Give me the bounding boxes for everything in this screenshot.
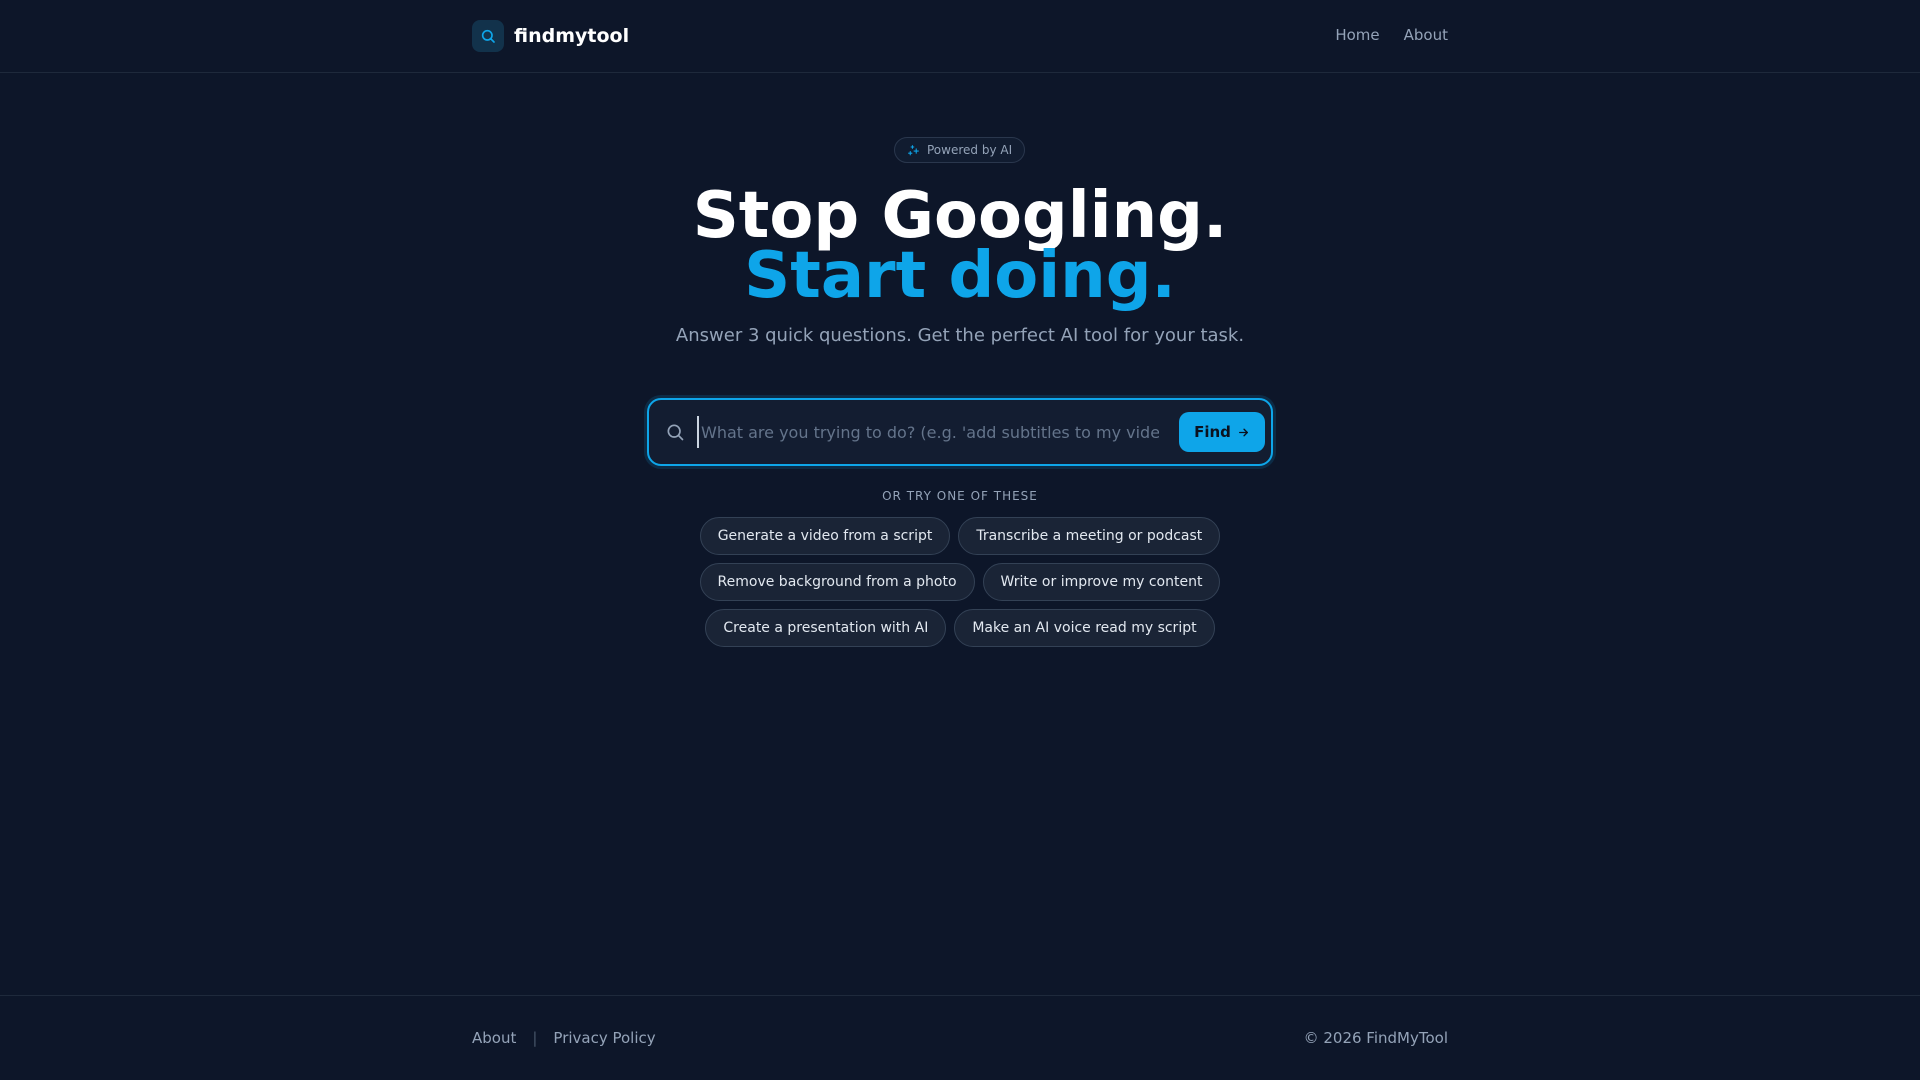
suggestion-chip[interactable]: Make an AI voice read my script (954, 609, 1215, 647)
site-header: findmytool Home About (0, 0, 1920, 73)
logo[interactable]: findmytool (472, 20, 629, 52)
arrow-right-icon (1237, 426, 1250, 439)
sparkles-icon (907, 144, 920, 157)
footer-links: About | Privacy Policy (472, 1029, 656, 1047)
suggestion-row: Generate a video from a script Transcrib… (0, 517, 1920, 555)
nav-about-link[interactable]: About (1404, 26, 1448, 44)
suggestion-row: Create a presentation with AI Make an AI… (0, 609, 1920, 647)
suggestions-label: OR TRY ONE OF THESE (882, 489, 1038, 503)
nav-home-link[interactable]: Home (1335, 26, 1379, 44)
hero-title-line2: Start doing. (744, 239, 1176, 313)
suggestion-chip[interactable]: Generate a video from a script (699, 517, 951, 555)
suggestion-chip[interactable]: Remove background from a photo (699, 563, 975, 601)
suggestion-chip[interactable]: Transcribe a meeting or podcast (958, 517, 1221, 555)
suggestion-row: Remove background from a photo Write or … (0, 563, 1920, 601)
site-footer: About | Privacy Policy © 2026 FindMyTool (0, 995, 1920, 1080)
footer-privacy-link[interactable]: Privacy Policy (553, 1029, 655, 1047)
hero-subtitle: Answer 3 quick questions. Get the perfec… (675, 325, 1245, 346)
search-icon (665, 422, 685, 446)
search-icon (472, 20, 504, 52)
suggestion-chip[interactable]: Create a presentation with AI (705, 609, 947, 647)
find-button-label: Find (1194, 423, 1231, 441)
footer-about-link[interactable]: About (472, 1029, 516, 1047)
footer-separator: | (532, 1029, 538, 1047)
hero-title-line1: Stop Googling. (692, 179, 1228, 253)
suggestion-chip[interactable]: Write or improve my content (982, 563, 1221, 601)
find-button[interactable]: Find (1179, 412, 1265, 452)
powered-by-badge: Powered by AI (894, 137, 1026, 163)
top-nav: Home About (1335, 26, 1448, 44)
search-input[interactable] (697, 416, 1159, 448)
badge-label: Powered by AI (927, 143, 1013, 157)
search-box: Find (647, 398, 1273, 466)
copyright: © 2026 FindMyTool (1303, 1029, 1448, 1047)
logo-text: findmytool (514, 25, 630, 47)
